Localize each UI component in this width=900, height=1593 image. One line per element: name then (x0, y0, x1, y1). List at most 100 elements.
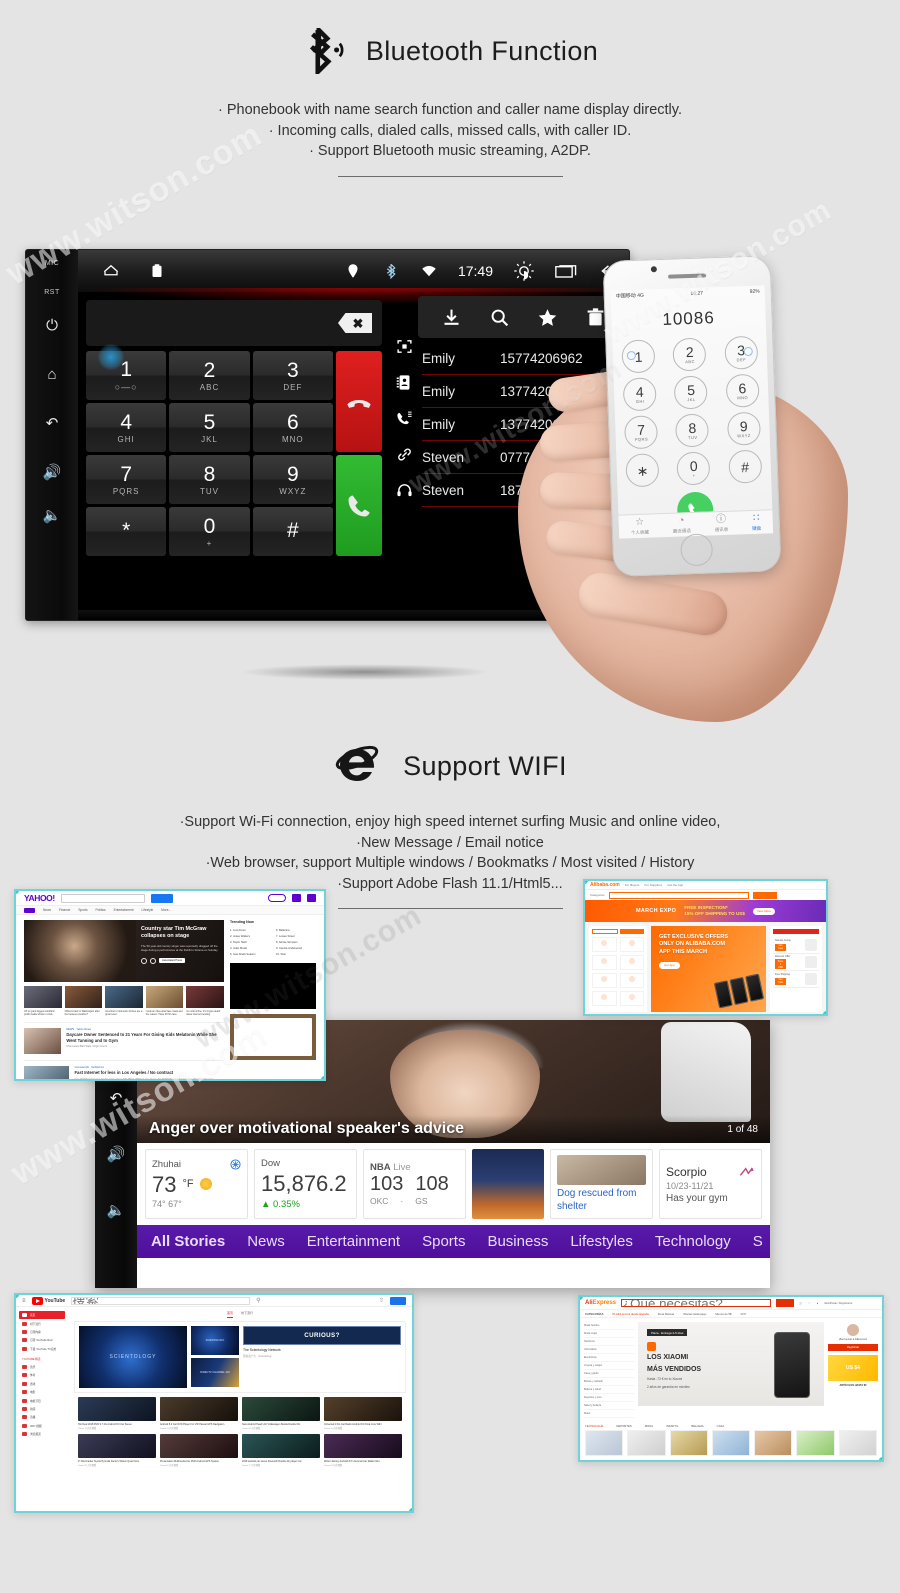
list-item[interactable]: Electrónica (584, 1354, 634, 1362)
iphone-key-2[interactable]: 2 ABC (672, 337, 707, 372)
aliexpress-search-button[interactable] (776, 1299, 795, 1307)
nav-ofertas[interactable]: Ofertas relámpago (683, 1312, 706, 1316)
yahoo-nav-lifestyle[interactable]: Lifestyle (142, 908, 154, 912)
back-icon[interactable]: ↶ (110, 1089, 123, 1107)
dog-story-widget[interactable]: Dog rescued from shelter (550, 1149, 653, 1219)
nav-cny[interactable]: CNY (741, 1312, 747, 1316)
yahoo-mail-button[interactable] (307, 894, 317, 902)
nav-entertainment[interactable]: Entertainment (307, 1233, 400, 1250)
list-item[interactable]: Belleza y salud (584, 1386, 634, 1394)
nav-sports[interactable]: Sports (422, 1233, 465, 1250)
aliexpress-promo-banner[interactable]: 🎉 PROMOCIÓN ANIVERSARIO GUÍA DE LA PROMO… (584, 1460, 878, 1462)
alibaba-topnav-app[interactable]: Get the App (667, 883, 683, 887)
list-item[interactable] (619, 955, 644, 970)
iphone-key-hash[interactable]: # (728, 449, 763, 484)
tab-recents[interactable]: ◔ 最近通话 (672, 515, 691, 535)
tab-tecnologia[interactable]: TECNOLOGÍA (585, 1424, 603, 1428)
dialpad-key-hash[interactable]: # (252, 507, 333, 556)
browser-screenshot-yahoo[interactable]: YAHOO! News Finance Sports Politics Ente… (14, 889, 326, 1081)
list-item[interactable]: Go viral online, it's Crypto death takes… (186, 986, 224, 1016)
sidebar-ad-video[interactable] (230, 962, 316, 1009)
tab-home[interactable]: 首页 (226, 1311, 233, 1318)
aliexpress-account-label[interactable]: Identifícate / Registrarse (824, 1302, 852, 1305)
nav-menos5[interactable]: Menos de 5$ (715, 1312, 731, 1316)
aliexpress-logo[interactable]: AliExpress (585, 1300, 616, 1306)
list-item[interactable]: New Android Head Unit Volkswagen Skoda D… (242, 1396, 320, 1430)
volume-down-icon[interactable]: 🔈 (107, 1201, 126, 1219)
list-item[interactable]: Presentation Multimedia Car DVD Android … (160, 1433, 238, 1467)
signin-button[interactable]: Regístrate (828, 1344, 878, 1351)
alibaba-hero-banner[interactable]: GET EXCLUSIVE OFFERS ONLY ON ALIBABA.COM… (651, 926, 766, 1012)
browser-screenshot-aliexpress[interactable]: AliExpress 🛒 ♡ ● Identifícate / Registra… (578, 1295, 884, 1462)
yahoo-nav-finance[interactable]: Finance (59, 908, 70, 912)
list-item[interactable]: Android 8.0 Car DVD Player For VW Passat… (160, 1396, 238, 1430)
notifications-icon[interactable] (292, 894, 302, 902)
list-item[interactable] (592, 937, 617, 952)
stocks-widget[interactable]: Dow 15,876.2 ▲ 0.35% (254, 1149, 357, 1219)
sidebar-item-red[interactable]: 订阅 YouTube Red (19, 1336, 65, 1344)
youtube-signin-button[interactable] (390, 1296, 406, 1305)
nav-marcas[interactable]: Zona Marcas (658, 1312, 674, 1316)
call-log-icon[interactable] (396, 410, 413, 427)
yahoo-nav-news[interactable]: News (43, 908, 51, 912)
sidebar-item-trending[interactable]: 时下流行 (19, 1319, 65, 1327)
nav-all-stories[interactable]: All Stories (151, 1233, 225, 1250)
aliexpress-search-input[interactable] (621, 1299, 772, 1307)
browser-screenshot-youtube[interactable]: ≡ YouTube ⚲ ⇧ 首页 时下流行 订阅内容 订阅 YouTube Re… (14, 1293, 414, 1513)
apps-icon[interactable] (148, 262, 166, 280)
account-icon[interactable]: ● (817, 1302, 819, 1305)
youtube-logo[interactable]: YouTube (31, 1296, 65, 1305)
list-item[interactable]: 2018 android car stereo bluetooth Double… (242, 1433, 320, 1467)
list-item[interactable] (592, 973, 617, 988)
iphone-key-9[interactable]: 9 WXYZ (726, 411, 761, 446)
list-item[interactable] (592, 991, 617, 1006)
end-call-button[interactable] (336, 351, 382, 452)
backspace-icon[interactable]: ✖ (338, 313, 372, 333)
sidebar-item-subscriptions[interactable]: 订阅内容 (19, 1328, 65, 1336)
ad-thumb-1[interactable]: SCIENTOLOGY (191, 1325, 239, 1355)
wishlist-heart-icon[interactable]: ♡ (808, 1302, 810, 1305)
promo-cta[interactable]: Get Now (775, 943, 786, 951)
iphone-key-3[interactable]: 3 DEF (724, 335, 759, 370)
iphone-key-star[interactable]: ∗ (625, 453, 660, 488)
tab-casa[interactable]: CASA (717, 1424, 725, 1428)
list-item[interactable]: Motor (584, 1410, 634, 1418)
list-item[interactable]: Deportes y ocio (584, 1394, 634, 1402)
list-item[interactable]: 9" Aftermarket Toyota Hyundai Factory Wi… (78, 1433, 156, 1467)
contacts-icon[interactable] (396, 374, 413, 391)
list-item[interactable]: I took an olive-oiled face mask and the … (145, 986, 184, 1016)
iphone-key-4[interactable]: 4 GHI (622, 377, 657, 412)
yahoo-nav-sports[interactable]: Sports (78, 908, 87, 912)
yahoo-nav-politics[interactable]: Politics (96, 908, 106, 912)
tab-trending[interactable]: 时下流行 (241, 1311, 253, 1318)
list-item[interactable]: Joyería y relojes (584, 1362, 634, 1370)
alibaba-topnav-suppliers[interactable]: For Suppliers (644, 883, 662, 887)
list-item[interactable]: Salud y belleza (584, 1402, 634, 1410)
product-tile[interactable] (711, 1430, 751, 1456)
dialpad-key-6[interactable]: 6 MNO (252, 403, 333, 452)
list-item[interactable]: Moda hombre (584, 1322, 634, 1330)
list-item[interactable] (619, 991, 644, 1006)
yahoo-hero-story[interactable]: Country star Tim McGraw collapses on sta… (24, 920, 224, 982)
sidebar-item-movies[interactable]: 电影 (19, 1388, 65, 1396)
list-item[interactable]: Bolsos y calzado (584, 1378, 634, 1386)
banner-cta-button[interactable]: View More (752, 907, 776, 915)
home-icon[interactable] (102, 262, 120, 280)
youtube-search-input[interactable] (71, 1296, 251, 1305)
list-item[interactable]: Universal 2 Din Car Radio Android 8.0 Oc… (324, 1396, 402, 1430)
ad-main-thumbnail[interactable]: SCIENTOLOGY (79, 1325, 187, 1388)
dialpad-key-9[interactable]: 9 WXYZ (252, 455, 333, 504)
yahoo-nav-more[interactable]: More... (161, 908, 171, 912)
sidebar-item-live[interactable]: 直播 (19, 1413, 65, 1421)
list-item[interactable]: Moda mujer (584, 1330, 634, 1338)
list-item[interactable]: Teléfonos (584, 1338, 634, 1346)
dialpad-key-4[interactable]: 4 GHI (86, 403, 167, 452)
promo-cta[interactable]: Get Now (775, 977, 786, 985)
bluetooth-pair-icon[interactable] (396, 338, 413, 355)
home-icon[interactable]: ⌂ (47, 367, 56, 382)
heart-icon[interactable] (141, 957, 147, 964)
list-item[interactable] (592, 955, 617, 970)
nav-lifestyles[interactable]: Lifestyles (570, 1233, 633, 1250)
dialpad-key-2[interactable]: 2 ABC (169, 351, 250, 400)
sidebar-ad-banner[interactable] (230, 1013, 316, 1060)
